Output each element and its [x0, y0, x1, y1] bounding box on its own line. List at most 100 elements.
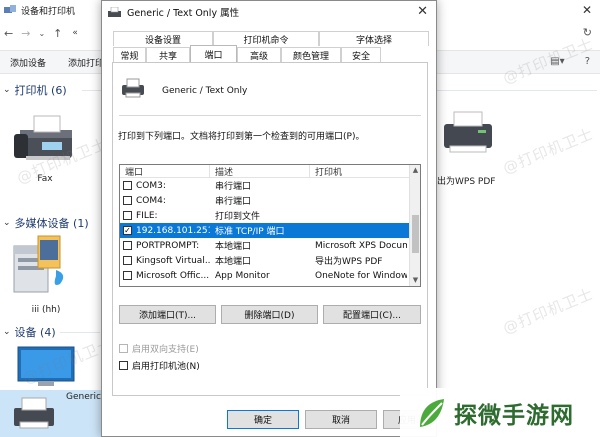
dialog-titlebar: Generic / Text Only 属性 ✕ — [102, 1, 436, 23]
port-checkbox[interactable]: ✓ — [123, 226, 132, 235]
tab-sharing[interactable]: 共享 — [146, 47, 190, 62]
breadcrumb[interactable]: « — [72, 28, 78, 38]
bidi-label: 启用双向支持(E) — [132, 345, 199, 355]
cancel-button[interactable]: 取消 — [305, 410, 377, 429]
port-description: App Monitor — [215, 270, 270, 281]
tab-advanced[interactable]: 高级 — [237, 47, 281, 62]
tab-printer-commands[interactable]: 打印机命令 — [213, 31, 319, 46]
port-name: FILE: — [136, 210, 158, 221]
divider — [437, 90, 597, 91]
port-cell: FILE: — [120, 211, 210, 221]
ports-tab-panel: Generic / Text Only 打印到下列端口。文档将打印到第一个检查到… — [112, 62, 428, 396]
port-checkbox[interactable] — [123, 196, 132, 205]
generic-printer-icon[interactable] — [12, 396, 56, 430]
port-name: COM3: — [136, 180, 166, 191]
port-description: 标准 TCP/IP 端口 — [215, 227, 285, 237]
printer-pool-option[interactable]: 启用打印机池(N) — [119, 359, 200, 372]
port-description: 本地端口 — [215, 242, 252, 252]
port-printer: Microsoft XPS Docum — [315, 240, 407, 251]
explorer-close-icon[interactable]: ✕ — [582, 3, 592, 17]
tab-device-settings[interactable]: 设备设置 — [113, 31, 213, 46]
media-device-label: iii (hh) — [31, 305, 61, 315]
configure-port-button[interactable]: 配置端口(C)... — [323, 305, 421, 324]
scroll-down-icon[interactable]: ▼ — [410, 275, 420, 286]
back-arrow-icon[interactable]: ← — [4, 27, 13, 40]
up-arrow-icon[interactable]: ↑ — [53, 27, 62, 40]
help-icon[interactable]: ? — [585, 56, 590, 67]
devices-section-header[interactable]: ⌄ 设备 (4) — [0, 324, 56, 340]
printers-section-header[interactable]: ⌄ 打印机 (6) — [0, 82, 67, 98]
scroll-thumb[interactable] — [412, 215, 419, 253]
port-cell: Microsoft Offic... — [120, 271, 210, 281]
port-row[interactable]: Kingsoft Virtual... 本地端口 导出为WPS PDF — [120, 253, 420, 268]
port-checkbox[interactable] — [123, 271, 132, 280]
ok-button[interactable]: 确定 — [227, 410, 299, 429]
port-cell: ✓ 192.168.101.251 — [120, 226, 210, 236]
brand-watermark: 探微手游网 — [400, 388, 600, 437]
media-device-icon[interactable] — [10, 232, 74, 296]
tab-row-bottom: 常规 共享 端口 高级 颜色管理 安全 — [113, 45, 381, 62]
scroll-up-icon[interactable]: ▲ — [410, 165, 420, 176]
add-printer-button[interactable]: 添加打印 — [68, 56, 104, 69]
port-row[interactable]: COM3: 串行端口 — [120, 178, 420, 193]
printer-wps-icon[interactable] — [440, 108, 496, 156]
port-row[interactable]: COM4: 串行端口 — [120, 193, 420, 208]
port-checkbox[interactable] — [123, 211, 132, 220]
port-list-header: 端口 描述 打印机 — [120, 165, 420, 178]
port-row[interactable]: Microsoft Offic... App Monitor OneNote for… — [120, 268, 420, 283]
tab-general[interactable]: 常规 — [113, 47, 146, 62]
pool-label: 启用打印机池(N) — [132, 362, 200, 372]
printer-icon — [108, 6, 121, 17]
tab-font-selection[interactable]: 字体选择 — [319, 31, 429, 46]
column-printer[interactable]: 打印机 — [310, 165, 410, 178]
port-description: 本地端口 — [215, 257, 252, 267]
bidi-support-option[interactable]: 启用双向支持(E) — [119, 342, 199, 355]
port-cell: Kingsoft Virtual... — [120, 256, 210, 266]
port-checkbox[interactable] — [123, 181, 132, 190]
watermark: @打印机卫士 — [500, 284, 597, 338]
divider — [60, 332, 100, 333]
port-row[interactable]: PORTPROMPT: 本地端口 Microsoft XPS Docum — [120, 238, 420, 253]
watermark: @打印机卫士 — [500, 124, 597, 178]
port-cell: COM3: — [120, 181, 210, 191]
bidi-checkbox[interactable] — [119, 344, 128, 353]
port-name: Kingsoft Virtual... — [136, 255, 210, 266]
tab-color-management[interactable]: 颜色管理 — [281, 47, 341, 62]
port-list-scrollbar[interactable]: ▲ ▼ — [409, 165, 420, 286]
port-description: 串行端口 — [215, 197, 252, 207]
chevron-down-icon: ⌄ — [3, 327, 11, 337]
port-checkbox[interactable] — [123, 241, 132, 250]
add-port-button[interactable]: 添加端口(T)... — [119, 305, 216, 324]
port-description: 串行端口 — [215, 182, 252, 192]
forward-arrow-icon[interactable]: → — [21, 27, 30, 40]
port-name: 192.168.101.251 — [136, 225, 210, 236]
port-list[interactable]: 端口 描述 打印机 COM3: 串行端口 COM4: 串行端口 FILE: 打印到文件 ✓ 1… — [119, 164, 421, 287]
devices-printers-icon — [4, 5, 16, 13]
tab-ports[interactable]: 端口 — [190, 45, 237, 62]
brand-name: 探微手游网 — [454, 402, 574, 429]
divider — [119, 115, 421, 116]
port-row[interactable]: FILE: 打印到文件 — [120, 208, 420, 223]
printer-properties-dialog: Generic / Text Only 属性 ✕ 设备设置 打印机命令 字体选择… — [101, 0, 437, 437]
port-cell: COM4: — [120, 196, 210, 206]
delete-port-button[interactable]: 删除端口(D) — [221, 305, 318, 324]
port-printer: OneNote for Windows — [315, 270, 407, 281]
close-icon[interactable]: ✕ — [417, 4, 428, 19]
port-name: COM4: — [136, 195, 166, 206]
recent-chevron-icon[interactable]: ⌄ — [38, 29, 45, 38]
column-port[interactable]: 端口 — [120, 165, 210, 178]
port-name: PORTPROMPT: — [136, 240, 200, 251]
port-checkbox[interactable] — [123, 256, 132, 265]
pool-checkbox[interactable] — [119, 361, 128, 370]
chevron-down-icon: ⌄ — [3, 218, 11, 228]
media-section-header[interactable]: ⌄ 多媒体设备 (1) — [0, 215, 89, 231]
port-name: Microsoft Offic... — [136, 270, 210, 281]
tab-security[interactable]: 安全 — [341, 47, 381, 62]
explorer-title: 设备和打印机 — [21, 6, 76, 17]
printer-icon — [122, 78, 144, 98]
printer-name: Generic / Text Only — [162, 86, 248, 96]
add-device-button[interactable]: 添加设备 — [10, 56, 46, 69]
port-row[interactable]: ✓ 192.168.101.251 标准 TCP/IP 端口 — [120, 223, 420, 238]
divider — [82, 90, 102, 91]
column-description[interactable]: 描述 — [210, 165, 310, 178]
